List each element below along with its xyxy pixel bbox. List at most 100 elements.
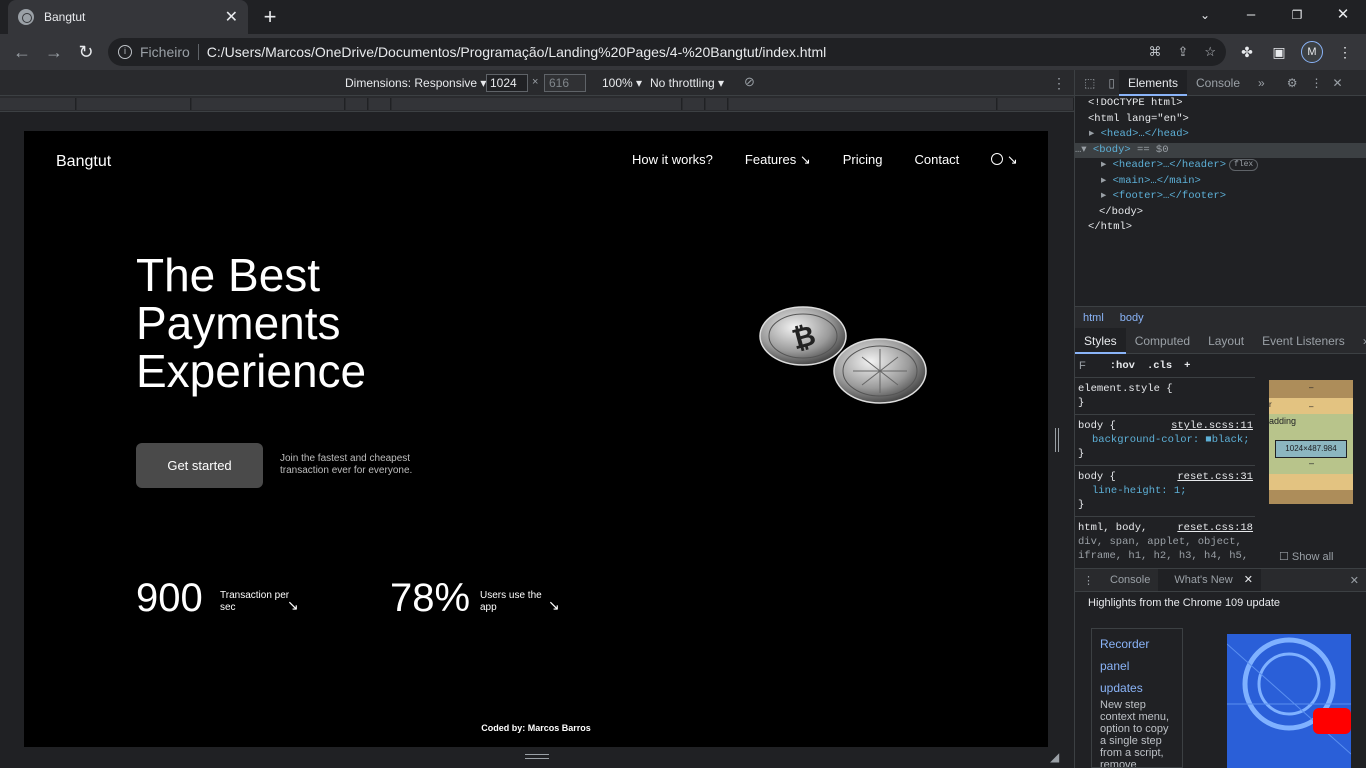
hov-toggle[interactable]: :hov [1110,359,1135,373]
close-devtools-icon[interactable]: ✕ [1326,70,1348,96]
nav-features[interactable]: Features ↘ [745,152,811,168]
viewport-height-handle[interactable] [525,754,549,759]
throttling-dropdown[interactable]: No throttling ▾ [650,76,724,90]
media-query-ruler[interactable] [0,96,1074,112]
rule-source-link[interactable]: style.scss:11 [1171,419,1253,433]
width-input[interactable]: 1024 [486,74,528,92]
style-rule-reset[interactable]: reset.css:18 html, body, div, span, appl… [1075,517,1255,564]
breadcrumb-body[interactable]: body [1112,312,1152,324]
close-drawer-icon[interactable]: ✕ [1342,574,1366,587]
inspect-element-icon[interactable]: ⬚ [1075,70,1104,96]
height-input[interactable]: 616 [544,74,586,92]
restore-button[interactable]: ❐ [1274,0,1320,30]
close-tab-icon[interactable]: ✕ [225,7,238,27]
breadcrumb-html[interactable]: html [1075,312,1112,324]
viewport-corner-handle[interactable]: ◢ [1050,750,1059,764]
hero-title-line-2: Payments [136,297,341,349]
site-footer: Coded by: Marcos Barros [481,723,591,733]
stat-users-label: Users use the app [480,590,542,613]
language-arrow: ↘ [1006,152,1018,167]
stat-users-arrow-icon: ↘ [548,597,560,613]
more-tabs-icon[interactable]: » [1249,70,1274,96]
new-tab-button[interactable]: + [258,4,282,30]
dom-html-open[interactable]: <html lang="en"> [1075,112,1366,128]
translate-icon[interactable]: ⌘ [1148,44,1161,60]
dom-footer[interactable]: ▸ <footer>…</footer> [1075,189,1366,205]
forward-arrow-icon[interactable]: → [42,40,66,64]
youtube-play-icon[interactable] [1313,708,1351,734]
devtools-kebab-icon[interactable]: ⋮ [1306,70,1326,96]
info-icon[interactable]: i [118,45,132,59]
box-content[interactable]: 1024×487.984 [1275,440,1347,458]
rule-close: } [1078,397,1085,409]
nav-how-it-works[interactable]: How it works? [632,152,713,168]
video-thumbnail[interactable] [1227,634,1351,768]
dom-html-close[interactable]: </html> [1075,220,1366,236]
dom-head[interactable]: ▸ <head>…</head> [1075,127,1366,143]
site-logo[interactable]: Bangtut [56,153,111,171]
nav-pricing[interactable]: Pricing [843,152,883,168]
tab-event-listeners[interactable]: Event Listeners [1253,328,1354,354]
dom-header[interactable]: ▸ <header>…</header> flex [1075,158,1366,174]
devtools-main-tabs: ⬚ ▯ Elements Console » ⚙ ⋮ ✕ [1075,69,1366,96]
bookmark-star-icon[interactable]: ☆ [1204,44,1216,60]
profile-avatar[interactable]: M [1301,41,1323,63]
drawer-kebab-icon[interactable]: ⋮ [1075,574,1102,587]
back-arrow-icon[interactable]: ← [10,40,34,64]
dom-body-text: <body> [1092,143,1131,156]
dom-main[interactable]: ▸ <main>…</main> [1075,174,1366,190]
rule-source-link[interactable]: reset.css:31 [1177,470,1253,484]
tab-styles[interactable]: Styles [1075,327,1126,354]
rule-source-link[interactable]: reset.css:18 [1177,521,1253,535]
style-rule-element[interactable]: element.style { } [1075,378,1255,415]
cta-description: Join the fastest and cheapest transactio… [280,453,413,476]
flex-badge[interactable]: flex [1229,159,1259,171]
new-rule-plus-icon[interactable]: + [1184,359,1190,373]
filter-input[interactable]: F [1079,359,1086,373]
settings-gear-icon[interactable]: ⚙ [1278,70,1307,96]
minimize-button[interactable]: – [1228,0,1274,30]
drawer-tabs: ⋮ Console What's New ✕ ✕ [1075,568,1366,592]
rotate-icon[interactable]: ⊘ [744,74,755,90]
address-bar[interactable]: i Ficheiro C:/Users/Marcos/OneDrive/Docu… [108,38,1226,66]
style-rule-body-1[interactable]: style.scss:11 body { background-color: ■… [1075,415,1255,466]
get-started-button[interactable]: Get started [136,443,263,488]
zoom-dropdown[interactable]: 100% ▾ [602,76,642,90]
share-icon[interactable]: ⇪ [1177,44,1188,60]
rule-property[interactable]: background-color: ■black; [1078,433,1252,447]
tab-layout[interactable]: Layout [1199,328,1253,354]
tab-console[interactable]: Console [1187,70,1249,96]
site-viewport: Bangtut How it works? Features ↘ Pricing… [24,131,1048,747]
url-text[interactable]: C:/Users/Marcos/OneDrive/Documentos/Prog… [207,44,1133,60]
close-window-button[interactable]: ✕ [1320,0,1366,30]
styles-more-tabs-icon[interactable]: » [1354,328,1366,354]
stat-users-number: 78% [390,576,471,620]
border-top-value: – [1309,402,1314,411]
tab-computed[interactable]: Computed [1126,328,1199,354]
viewport-width-handle[interactable] [1055,428,1059,452]
browser-tab[interactable]: Bangtut ✕ [8,0,248,34]
drawer-tab-whats-new[interactable]: What's New ✕ [1158,569,1261,591]
language-selector[interactable]: ↘ [991,152,1018,168]
extensions-puzzle-icon[interactable]: ✤ [1237,42,1257,62]
margin-top-value: – [1309,383,1314,392]
device-options-icon[interactable]: ⋮ [1052,75,1066,92]
styles-tabs: Styles Computed Layout Event Listeners » [1075,327,1366,354]
side-panel-icon[interactable]: ▣ [1269,42,1289,62]
reload-icon[interactable]: ↻ [74,40,98,64]
dom-body-selected[interactable]: …▾ <body> == $0 [1075,142,1366,158]
show-all-checkbox[interactable]: ☐ Show all [1279,550,1334,563]
menu-kebab-icon[interactable]: ⋮ [1335,42,1355,62]
tab-elements[interactable]: Elements [1118,69,1187,96]
style-rule-body-2[interactable]: reset.css:31 body { line-height: 1; } [1075,466,1255,517]
dom-doctype[interactable]: <!DOCTYPE html> [1075,96,1366,112]
tab-search-icon[interactable]: ⌄ [1182,0,1228,30]
device-toggle-icon[interactable]: ▯ [1104,70,1119,96]
dom-body-close[interactable]: </body> [1075,205,1366,221]
nav-contact[interactable]: Contact [914,152,959,168]
recorder-card[interactable]: Recorder panel updates New step context … [1091,628,1183,768]
drawer-tab-console[interactable]: Console [1102,574,1158,586]
dimensions-dropdown[interactable]: Dimensions: Responsive ▾ [345,76,486,90]
cls-toggle[interactable]: .cls [1147,359,1172,373]
rule-property[interactable]: line-height: 1; [1078,484,1252,498]
